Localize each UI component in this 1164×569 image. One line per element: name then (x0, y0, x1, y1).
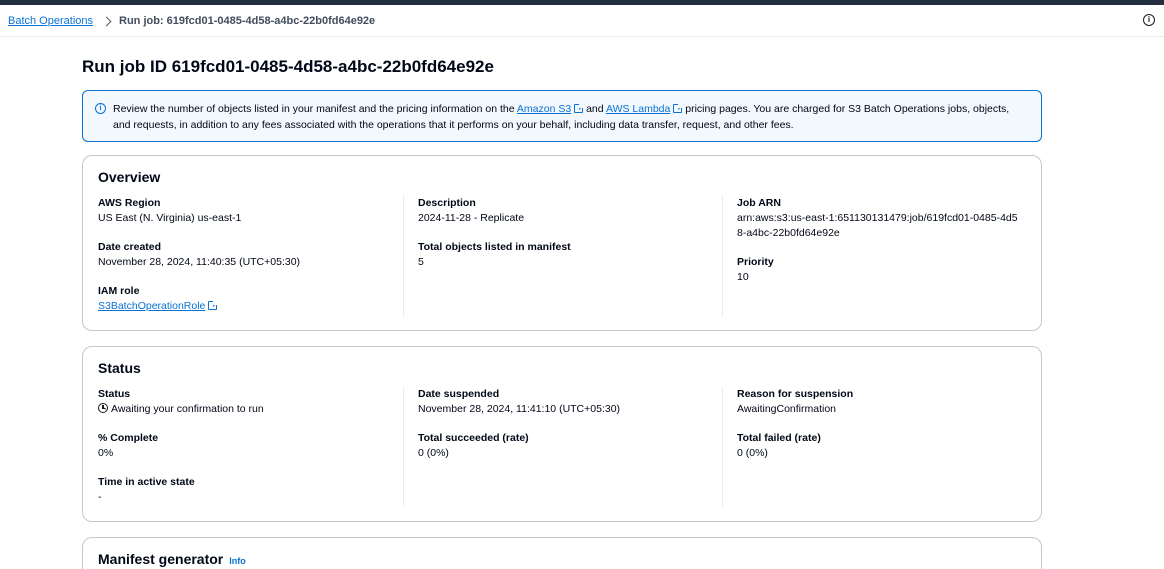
amazon-s3-pricing-link[interactable]: Amazon S3 (517, 103, 571, 115)
job-arn-value: arn:aws:s3:us-east-1:651130131479:job/61… (737, 212, 1018, 239)
total-failed-label: Total failed (rate) (737, 432, 821, 444)
description-field: Description 2024-11-28 - Replicate (418, 196, 718, 226)
job-arn-field: Job ARN arn:aws:s3:us-east-1:65113013147… (737, 196, 1027, 241)
total-objects-field: Total objects listed in manifest 5 (418, 240, 718, 270)
manifest-generator-title-text: Manifest generator (98, 551, 224, 567)
breadcrumb-batch-operations-link[interactable]: Batch Operations (8, 15, 93, 27)
alert-text-2: and (583, 103, 606, 115)
external-link-icon (574, 103, 585, 113)
reason-field: Reason for suspension AwaitingConfirmati… (737, 387, 1027, 417)
aws-lambda-pricing-link[interactable]: AWS Lambda (606, 103, 670, 115)
external-link-icon (208, 300, 219, 310)
manifest-generator-card: Manifest generator Info (82, 537, 1042, 569)
overview-column-2: Description 2024-11-28 - Replicate Total… (418, 196, 718, 284)
breadcrumb: Batch Operations Run job: 619fcd01-0485-… (8, 13, 375, 29)
overview-title: Overview (98, 169, 161, 185)
iam-role-field: IAM role S3BatchOperationRole (98, 284, 398, 314)
date-suspended-label: Date suspended (418, 388, 500, 400)
total-objects-label: Total objects listed in manifest (418, 241, 571, 253)
reason-value: AwaitingConfirmation (737, 403, 837, 415)
info-link[interactable]: Info (229, 556, 246, 566)
column-divider (722, 387, 723, 507)
date-created-value: November 28, 2024, 11:40:35 (UTC+05:30) (98, 256, 301, 268)
priority-label: Priority (737, 256, 774, 268)
alert-text-1: Review the number of objects listed in y… (113, 103, 517, 115)
total-failed-value: 0 (0%) (737, 447, 768, 459)
priority-value: 10 (737, 271, 749, 283)
pricing-info-alert: i Review the number of objects listed in… (82, 90, 1042, 142)
iam-role-link[interactable]: S3BatchOperationRole (98, 300, 205, 312)
overview-column-1: AWS Region US East (N. Virginia) us-east… (98, 196, 398, 328)
date-created-label: Date created (98, 241, 162, 253)
date-suspended-value: November 28, 2024, 11:41:10 (UTC+05:30) (418, 403, 621, 415)
overview-column-3: Job ARN arn:aws:s3:us-east-1:65113013147… (737, 196, 1027, 299)
status-column-1: Status Awaiting your confirmation to run… (98, 387, 398, 519)
status-field: Status Awaiting your confirmation to run (98, 387, 398, 417)
date-created-field: Date created November 28, 2024, 11:40:35… (98, 240, 398, 270)
overview-card: Overview AWS Region US East (N. Virginia… (82, 155, 1042, 331)
time-active-field: Time in active state - (98, 475, 398, 505)
status-title: Status (98, 360, 141, 376)
status-column-3: Reason for suspension AwaitingConfirmati… (737, 387, 1027, 475)
aws-region-value: US East (N. Virginia) us-east-1 (98, 212, 242, 224)
column-divider (722, 196, 723, 316)
total-succeeded-label: Total succeeded (rate) (418, 432, 529, 444)
info-circle-icon[interactable]: i (1143, 14, 1155, 26)
total-succeeded-value: 0 (0%) (418, 447, 449, 459)
top-navigation-bar (0, 0, 1164, 5)
page-title: Run job ID 619fcd01-0485-4d58-a4bc-22b0f… (82, 57, 494, 76)
total-objects-value: 5 (418, 256, 424, 268)
aws-region-field: AWS Region US East (N. Virginia) us-east… (98, 196, 398, 226)
header-divider (0, 36, 1164, 37)
breadcrumb-current: Run job: 619fcd01-0485-4d58-a4bc-22b0fd6… (119, 15, 376, 27)
time-active-label: Time in active state (98, 476, 195, 488)
priority-field: Priority 10 (737, 255, 1027, 285)
manifest-generator-title: Manifest generator Info (98, 551, 246, 567)
date-suspended-field: Date suspended November 28, 2024, 11:41:… (418, 387, 718, 417)
external-link-icon (673, 103, 684, 113)
aws-region-label: AWS Region (98, 197, 161, 209)
description-label: Description (418, 197, 476, 209)
time-active-value: - (98, 491, 102, 503)
status-label: Status (98, 388, 131, 400)
job-arn-label: Job ARN (737, 197, 781, 209)
status-card: Status Status Awaiting your confirmation… (82, 346, 1042, 522)
column-divider (403, 196, 404, 316)
total-failed-field: Total failed (rate) 0 (0%) (737, 431, 1027, 461)
chevron-right-icon (101, 16, 112, 26)
column-divider (403, 387, 404, 507)
clock-icon (98, 403, 108, 413)
status-value: Awaiting your confirmation to run (111, 403, 264, 415)
total-succeeded-field: Total succeeded (rate) 0 (0%) (418, 431, 718, 461)
iam-role-label: IAM role (98, 285, 140, 297)
status-column-2: Date suspended November 28, 2024, 11:41:… (418, 387, 718, 475)
description-value: 2024-11-28 - Replicate (418, 212, 525, 224)
reason-label: Reason for suspension (737, 388, 854, 400)
info-icon: i (95, 103, 106, 114)
percent-complete-field: % Complete 0% (98, 431, 398, 461)
percent-complete-label: % Complete (98, 432, 159, 444)
percent-complete-value: 0% (98, 447, 114, 459)
